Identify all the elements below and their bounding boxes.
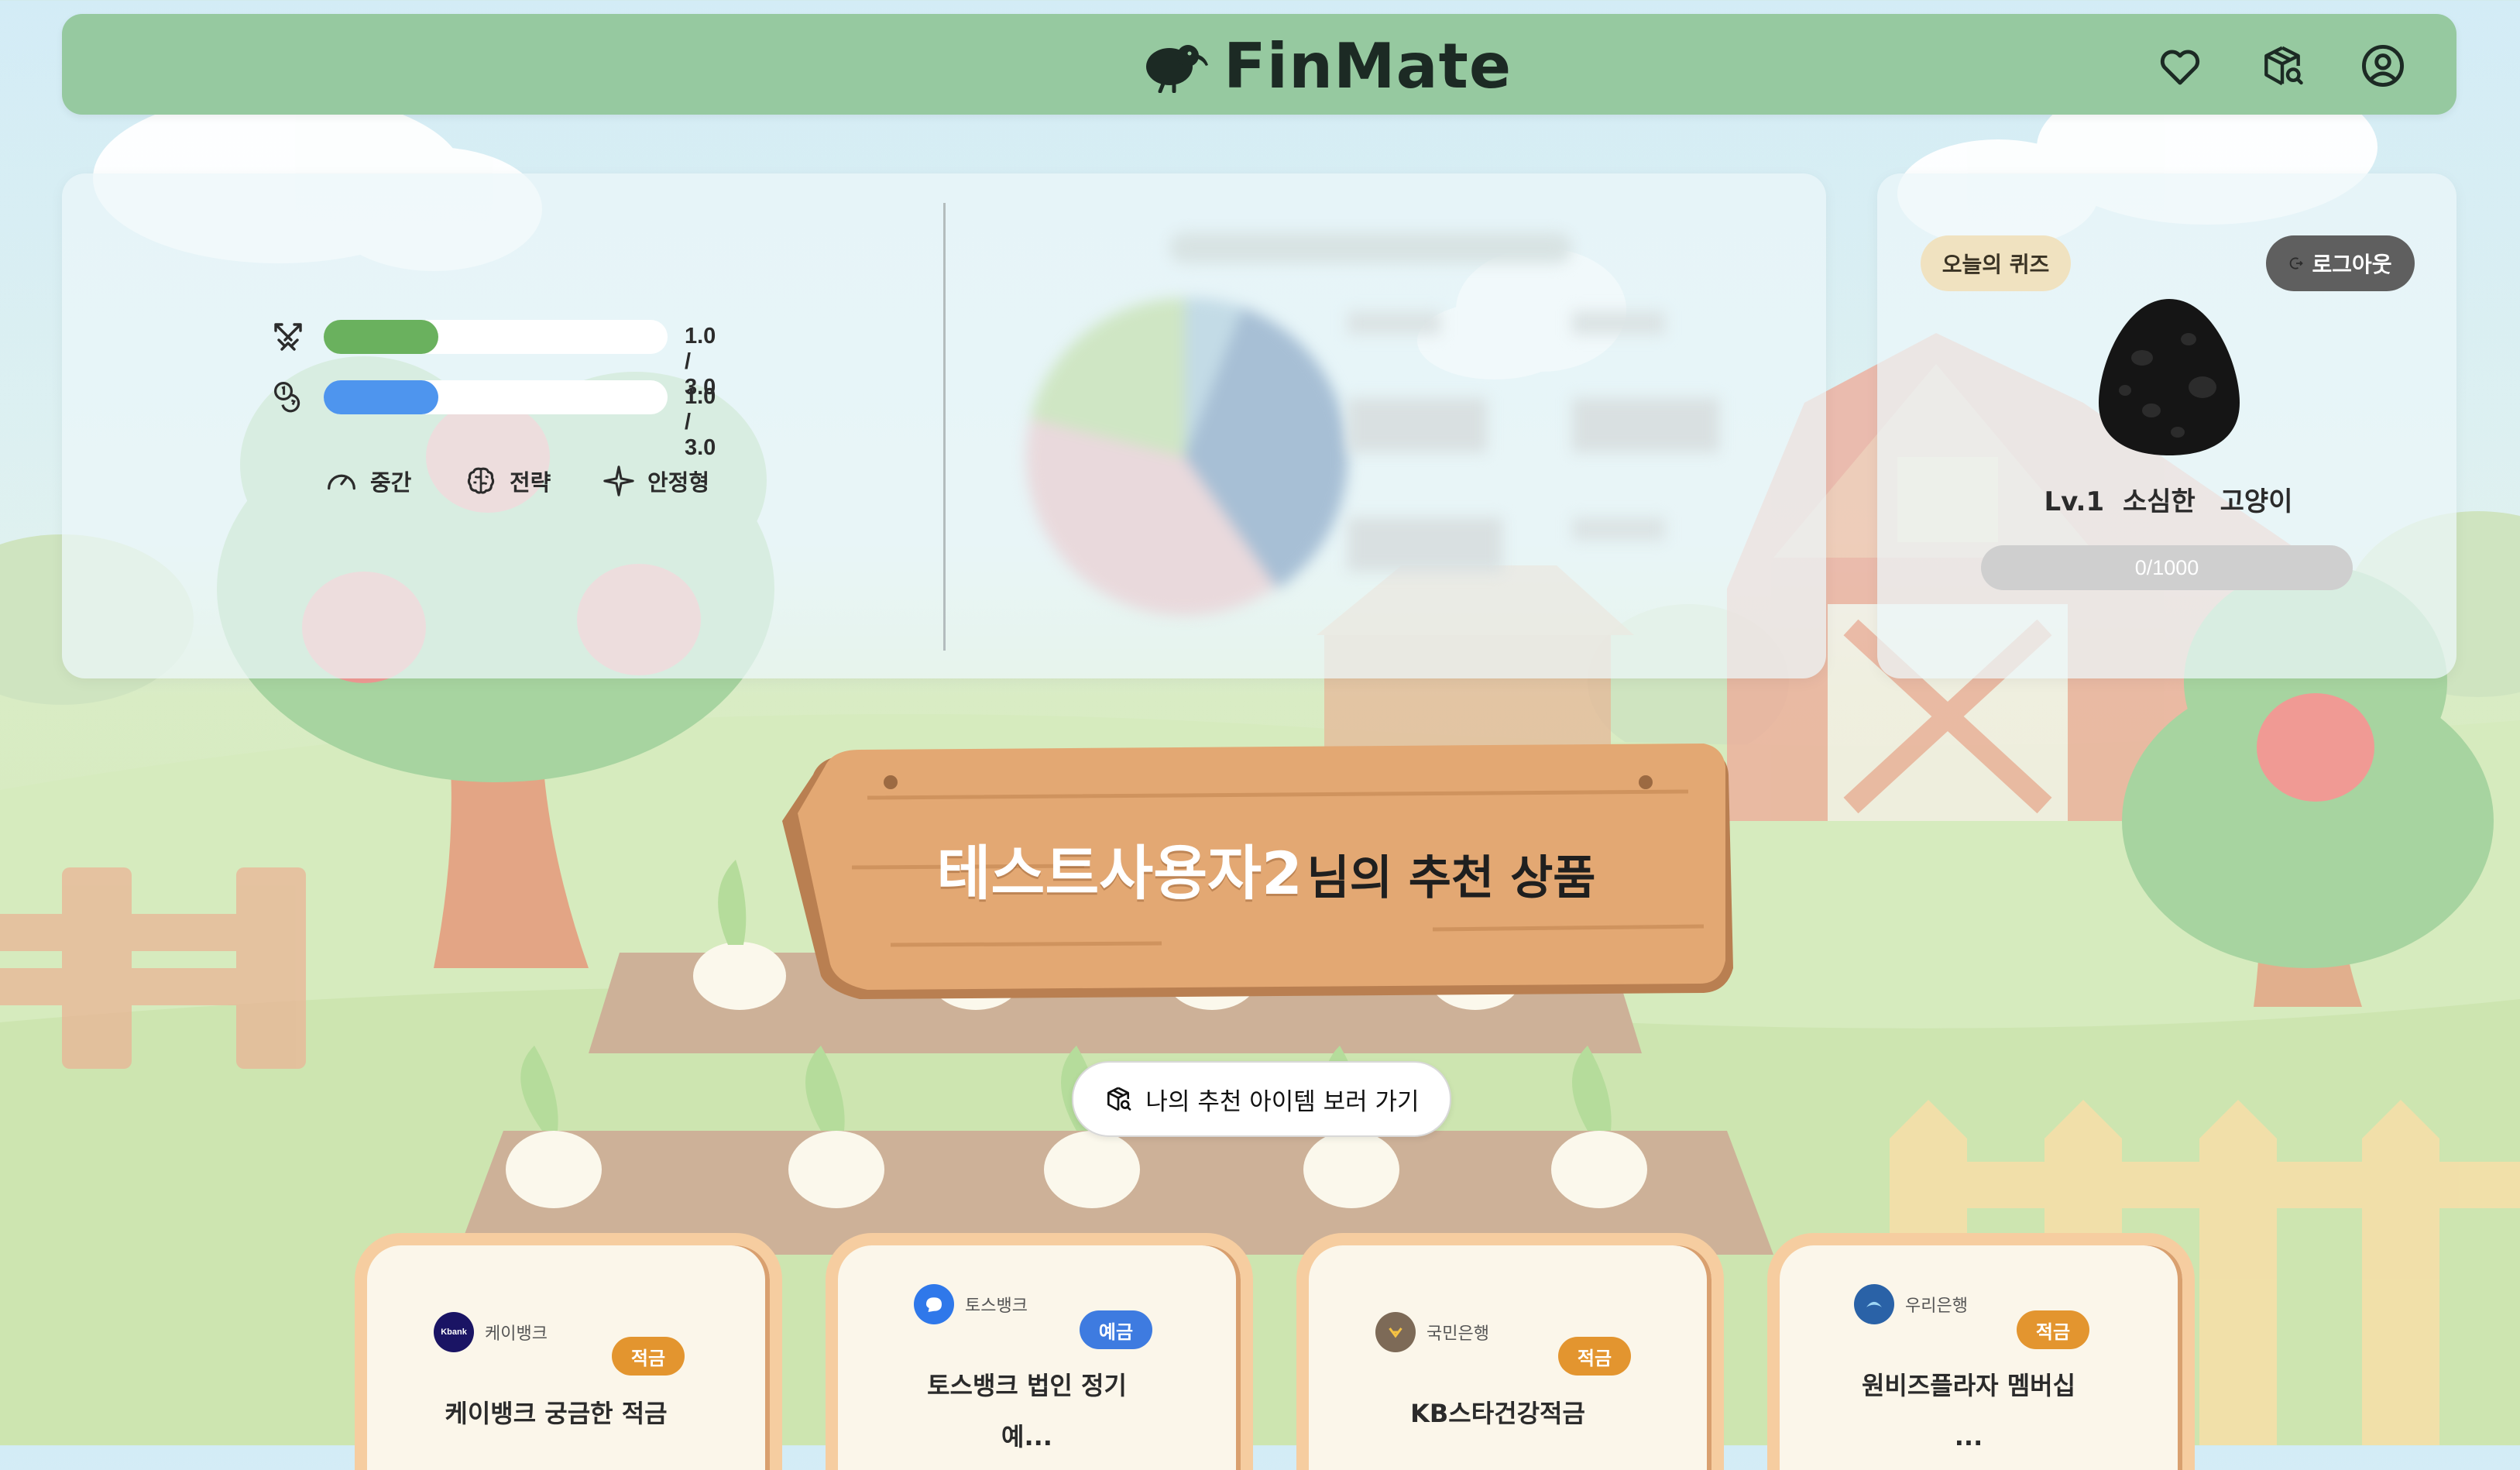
user-name: 테스트사용자2 bbox=[936, 839, 1303, 908]
tag-risk-level: 중간 bbox=[324, 463, 411, 499]
attack-progress-fill bbox=[324, 320, 438, 354]
bank-info: 국민은행 bbox=[1375, 1312, 1489, 1352]
blurred-stat bbox=[1572, 398, 1719, 452]
coins-icon bbox=[274, 382, 300, 413]
daily-quiz-label: 오늘의 퀴즈 bbox=[1941, 252, 2050, 277]
tag-investor-type: 안정형 bbox=[601, 463, 709, 499]
bank-info: 우리은행 bbox=[1854, 1284, 1968, 1324]
card-divider bbox=[943, 203, 946, 651]
bank-name: 국민은행 bbox=[1427, 1324, 1489, 1344]
tag-strategy-label: 전략 bbox=[510, 469, 551, 496]
heart-icon[interactable] bbox=[2156, 42, 2204, 90]
top-header: FinMate bbox=[62, 14, 2456, 115]
app-logo[interactable]: FinMate bbox=[1143, 29, 1512, 102]
blurred-stat bbox=[1572, 311, 1665, 335]
view-recommended-items-label: 나의 추천 아이템 보러 가기 bbox=[1145, 1087, 1420, 1116]
recommendation-heading-suffix: 님의 추천 상품 bbox=[1306, 851, 1596, 905]
sparkle-icon bbox=[603, 465, 634, 496]
tag-strategy: 전략 bbox=[463, 463, 551, 499]
logout-button[interactable]: 로그아웃 bbox=[2266, 235, 2415, 291]
money-progress-bar bbox=[324, 380, 668, 414]
view-recommended-items-button[interactable]: 나의 추천 아이템 보러 가기 bbox=[1072, 1061, 1451, 1137]
gauge-icon bbox=[328, 474, 355, 490]
character-level-title: Lv.1 소심한 고양이 bbox=[1983, 480, 2354, 518]
xp-progress-text: 0/1000 bbox=[2134, 555, 2199, 579]
daily-quiz-button[interactable]: 오늘의 퀴즈 bbox=[1921, 235, 2071, 291]
bank-info: Kbank 케이뱅크 bbox=[434, 1312, 548, 1352]
product-card[interactable]: 국민은행 적금 KB스타건강적금 bbox=[1296, 1233, 1724, 1470]
character-egg-icon bbox=[2099, 299, 2240, 455]
product-card[interactable]: 우리은행 적금 원비즈플라자 멤버십... bbox=[1767, 1233, 2195, 1470]
xp-progress-bar: 0/1000 bbox=[1981, 545, 2353, 590]
brain-icon bbox=[467, 467, 495, 494]
blurred-asset-pie bbox=[1022, 294, 1348, 620]
kiwi-bird-icon bbox=[1146, 45, 1208, 93]
product-name: 케이뱅크 궁금한 적금 bbox=[445, 1399, 668, 1428]
product-name: 원비즈플라자 멤버십... bbox=[1861, 1371, 2076, 1451]
logout-label: 로그아웃 bbox=[2312, 252, 2392, 277]
bank-name: 케이뱅크 bbox=[485, 1324, 548, 1344]
attack-progress-bar bbox=[324, 320, 668, 354]
product-card[interactable]: Kbank 케이뱅크 적금 케이뱅크 궁금한 적금 bbox=[355, 1233, 782, 1470]
product-type-badge: 적금 bbox=[1558, 1337, 1631, 1376]
blurred-asset-title bbox=[1169, 232, 1572, 263]
blurred-stat bbox=[1572, 517, 1665, 541]
bank-name: 우리은행 bbox=[1905, 1297, 1968, 1316]
character-animal: 고양이 bbox=[2220, 486, 2293, 517]
product-type-badge: 예금 bbox=[1080, 1310, 1152, 1349]
bank-name: 토스뱅크 bbox=[965, 1297, 1028, 1316]
money-value: 1.0 / 3.0 bbox=[685, 384, 716, 460]
product-type-badge: 적금 bbox=[612, 1337, 685, 1376]
product-card[interactable]: 토스뱅크 예금 토스뱅크 법인 정기 예... bbox=[826, 1233, 1253, 1470]
box-search-icon[interactable] bbox=[2258, 42, 2306, 90]
level-label: Lv.1 bbox=[2044, 486, 2105, 517]
kb-logo-icon bbox=[1375, 1312, 1416, 1352]
product-type-badge: 적금 bbox=[2017, 1310, 2089, 1349]
app-title: FinMate bbox=[1224, 29, 1512, 102]
toss-logo-icon bbox=[914, 1284, 954, 1324]
swords-icon bbox=[274, 323, 302, 351]
woori-logo-icon bbox=[1854, 1284, 1894, 1324]
blurred-stat bbox=[1348, 311, 1440, 335]
blurred-stat bbox=[1348, 398, 1487, 452]
blurred-stat bbox=[1348, 517, 1502, 572]
character-trait: 소심한 bbox=[2122, 486, 2196, 517]
recommendation-heading: 테스트사용자2 님의 추천 상품 bbox=[782, 826, 1750, 911]
product-name: KB스타건강적금 bbox=[1410, 1399, 1585, 1428]
logout-icon bbox=[2290, 257, 2304, 270]
product-name: 토스뱅크 법인 정기 예... bbox=[927, 1371, 1127, 1451]
box-search-icon bbox=[1107, 1087, 1131, 1111]
user-circle-icon[interactable] bbox=[2359, 42, 2407, 90]
tag-risk-level-label: 중간 bbox=[370, 469, 412, 496]
tag-investor-type-label: 안정형 bbox=[647, 469, 710, 496]
kbank-logo-icon: Kbank bbox=[434, 1312, 474, 1352]
bank-info: 토스뱅크 bbox=[914, 1284, 1028, 1324]
money-progress-fill bbox=[324, 380, 438, 414]
